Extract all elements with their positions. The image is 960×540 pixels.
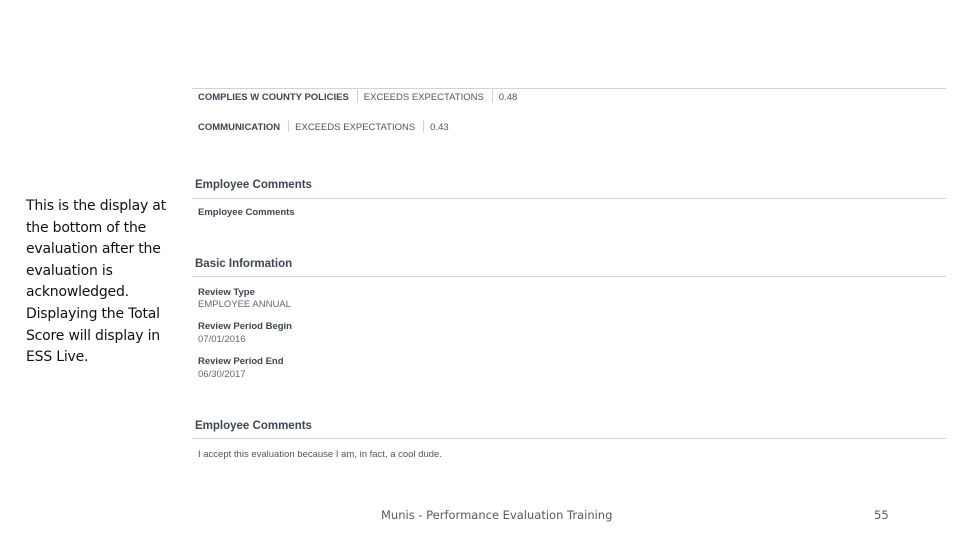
slide-caption: This is the display at the bottom of the… <box>26 198 166 366</box>
criteria-row-policies: COMPLIES W COUNTY POLICIES EXCEEDS EXPECT… <box>198 90 517 103</box>
review-period-begin-value: 07/01/2016 <box>198 334 246 345</box>
employee-comments-field-label: Employee Comments <box>198 207 295 218</box>
review-period-end-label: Review Period End <box>198 356 284 367</box>
criteria-score: 0.48 <box>498 92 518 103</box>
review-period-end-value: 06/30/2017 <box>198 369 246 380</box>
employee-comment-text: I accept this evaluation because I am, i… <box>198 449 442 460</box>
top-divider <box>192 88 946 89</box>
review-type-label: Review Type <box>198 287 255 298</box>
review-period-begin-label: Review Period Begin <box>198 321 292 332</box>
criteria-label: COMMUNICATION <box>198 122 281 133</box>
criteria-rating: EXCEEDS EXPECTATIONS <box>363 92 484 103</box>
employee-comments-heading: Employee Comments <box>195 179 312 191</box>
page-number: 55 <box>874 508 889 522</box>
section-divider <box>192 198 946 199</box>
criteria-label: COMPLIES W COUNTY POLICIES <box>198 92 349 103</box>
basic-information-heading: Basic Information <box>195 258 293 270</box>
review-type-value: EMPLOYEE ANNUAL <box>198 299 291 310</box>
footer-title: Munis - Performance Evaluation Training <box>381 508 613 522</box>
criteria-row-communication: COMMUNICATION EXCEEDS EXPECTATIONS 0.43 <box>198 120 449 133</box>
column-divider <box>491 90 493 102</box>
column-divider <box>423 120 425 132</box>
section-divider <box>192 276 946 277</box>
section-divider <box>192 438 946 439</box>
final-employee-comments-heading: Employee Comments <box>195 420 312 432</box>
criteria-rating: EXCEEDS EXPECTATIONS <box>295 122 416 133</box>
column-divider <box>288 120 290 132</box>
criteria-score: 0.43 <box>430 122 449 133</box>
column-divider <box>356 90 358 102</box>
